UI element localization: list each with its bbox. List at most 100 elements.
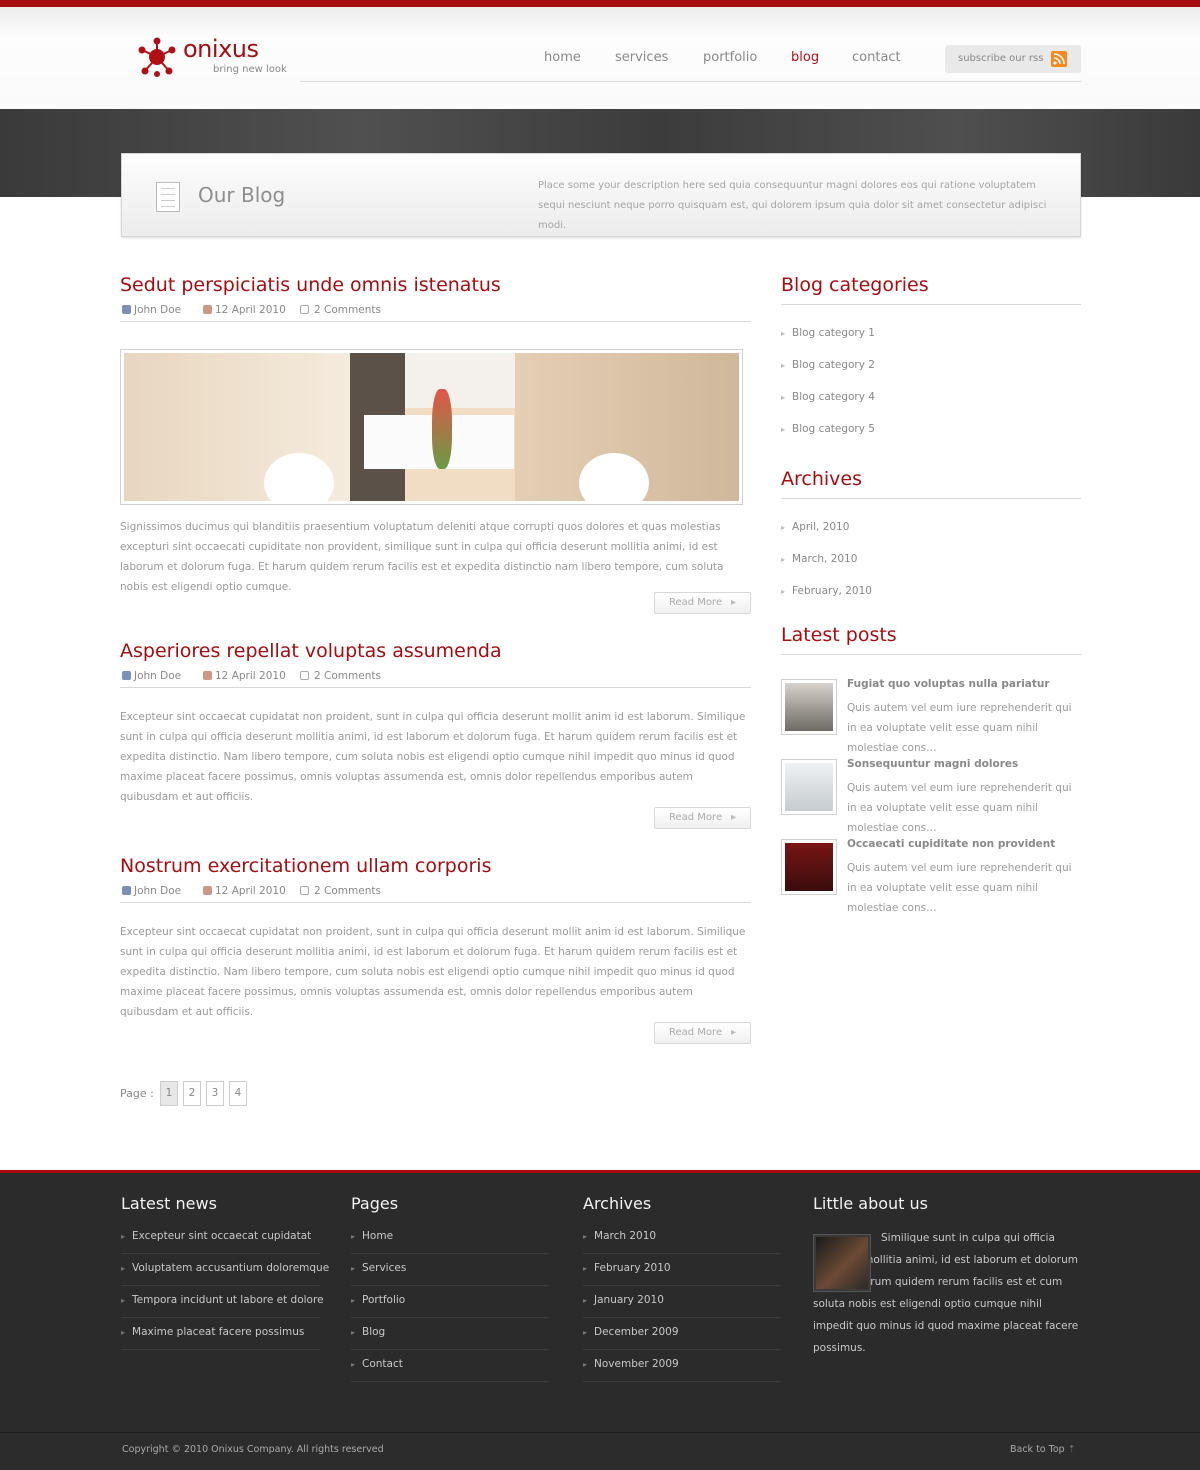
latest-posts-heading: Latest posts bbox=[781, 624, 897, 646]
category-link[interactable]: ▸ Blog category 2 bbox=[781, 359, 875, 371]
page-link[interactable]: ▸ Contact bbox=[351, 1358, 403, 1370]
divider bbox=[583, 1285, 780, 1286]
page-link-4[interactable]: 4 bbox=[229, 1081, 247, 1106]
bullet-arrow-icon: ▸ bbox=[121, 1296, 126, 1305]
latest-post-title[interactable]: Sonsequuntur magni dolores bbox=[847, 758, 1018, 770]
bullet-arrow-icon: ▸ bbox=[583, 1232, 588, 1241]
page-link[interactable]: ▸ Home bbox=[351, 1230, 393, 1242]
divider bbox=[121, 1285, 320, 1286]
read-more-label: Read More bbox=[669, 1027, 723, 1038]
divider bbox=[351, 1317, 548, 1318]
archive-link[interactable]: ▸ March 2010 bbox=[583, 1230, 656, 1242]
divider bbox=[781, 498, 1081, 499]
divider bbox=[583, 1317, 780, 1318]
category-link[interactable]: ▸ Blog category 5 bbox=[781, 423, 875, 435]
nav-portfolio[interactable]: portfolio bbox=[703, 50, 757, 65]
page-label: Home bbox=[362, 1230, 394, 1242]
page-link[interactable]: ▸ Blog bbox=[351, 1326, 385, 1338]
post-comments[interactable]: 2 Comments bbox=[314, 885, 381, 897]
page-link-3[interactable]: 3 bbox=[206, 1081, 224, 1106]
archive-link[interactable]: ▸ November 2009 bbox=[583, 1358, 679, 1370]
nav-home[interactable]: home bbox=[544, 50, 581, 65]
calendar-icon bbox=[203, 305, 212, 314]
archive-link[interactable]: ▸ February, 2010 bbox=[781, 585, 872, 597]
divider bbox=[781, 654, 1081, 655]
divider bbox=[121, 1349, 320, 1350]
nav-contact[interactable]: contact bbox=[852, 50, 901, 65]
page-link-2[interactable]: 2 bbox=[183, 1081, 201, 1106]
archive-label: April, 2010 bbox=[792, 521, 850, 533]
page-header-box: Our Blog Place some your description her… bbox=[121, 153, 1081, 237]
nav-blog[interactable]: blog bbox=[791, 50, 819, 65]
user-icon bbox=[122, 305, 131, 314]
news-label: Voluptatem accusantium doloremque bbox=[132, 1262, 330, 1274]
bullet-arrow-icon: ▸ bbox=[583, 1360, 588, 1369]
latest-post-thumbnail[interactable] bbox=[781, 839, 837, 895]
post-comments[interactable]: 2 Comments bbox=[314, 304, 381, 316]
back-to-top-label: Back to Top bbox=[1010, 1444, 1065, 1455]
bullet-arrow-icon: ▸ bbox=[121, 1264, 126, 1273]
rss-subscribe-button[interactable]: subscribe our rss bbox=[945, 45, 1081, 73]
archive-link[interactable]: ▸ December 2009 bbox=[583, 1326, 679, 1338]
page-link-1[interactable]: 1 bbox=[160, 1081, 178, 1106]
archive-label: February 2010 bbox=[594, 1262, 671, 1274]
latest-post-excerpt: Quis autem vel eum iure reprehenderit qu… bbox=[847, 862, 1072, 914]
archive-link[interactable]: ▸ April, 2010 bbox=[781, 521, 849, 533]
post-author[interactable]: John Doe bbox=[134, 885, 181, 897]
page-link[interactable]: ▸ Services bbox=[351, 1262, 406, 1274]
post-author[interactable]: John Doe bbox=[134, 304, 181, 316]
bullet-arrow-icon: ▸ bbox=[781, 555, 786, 564]
latest-post-excerpt: Quis autem vel eum iure reprehenderit qu… bbox=[847, 702, 1072, 754]
arrow-up-icon: ⇡ bbox=[1067, 1444, 1076, 1455]
bullet-arrow-icon: ▸ bbox=[781, 361, 786, 370]
archive-label: February, 2010 bbox=[792, 585, 872, 597]
bullet-arrow-icon: ▸ bbox=[583, 1328, 588, 1337]
post-title[interactable]: Nostrum exercitationem ullam corporis bbox=[120, 855, 751, 879]
document-icon bbox=[156, 182, 180, 212]
post-title[interactable]: Sedut perspiciatis unde omnis istenatus bbox=[120, 274, 751, 298]
user-icon bbox=[122, 671, 131, 680]
latest-post-title[interactable]: Fugiat quo voluptas nulla pariatur bbox=[847, 678, 1050, 690]
back-to-top-link[interactable]: Back to Top ⇡ bbox=[1010, 1444, 1076, 1455]
nav-services[interactable]: services bbox=[615, 50, 668, 65]
bullet-arrow-icon: ▸ bbox=[351, 1232, 356, 1241]
archive-link[interactable]: ▸ February 2010 bbox=[583, 1262, 671, 1274]
post-comments[interactable]: 2 Comments bbox=[314, 670, 381, 682]
news-link[interactable]: ▸ Tempora incidunt ut labore et dolore bbox=[121, 1294, 324, 1306]
read-more-button[interactable]: Read More ▸ bbox=[654, 807, 751, 829]
news-link[interactable]: ▸ Voluptatem accusantium doloremque bbox=[121, 1262, 329, 1274]
read-more-button[interactable]: Read More ▸ bbox=[654, 592, 751, 614]
pagination-label: Page : bbox=[120, 1087, 154, 1100]
news-link[interactable]: ▸ Maxime placeat facere possimus bbox=[121, 1326, 304, 1338]
bullet-arrow-icon: ▸ bbox=[781, 587, 786, 596]
post-author[interactable]: John Doe bbox=[134, 670, 181, 682]
archives-heading: Archives bbox=[781, 468, 862, 490]
divider bbox=[351, 1381, 548, 1382]
bullet-arrow-icon: ▸ bbox=[583, 1264, 588, 1273]
bullet-arrow-icon: ▸ bbox=[781, 523, 786, 532]
post-date: 12 April 2010 bbox=[215, 670, 286, 682]
read-more-button[interactable]: Read More ▸ bbox=[654, 1022, 751, 1044]
latest-post-thumbnail[interactable] bbox=[781, 759, 837, 815]
post-image[interactable] bbox=[120, 349, 743, 505]
post-title[interactable]: Asperiores repellat voluptas assumenda bbox=[120, 640, 751, 664]
archive-link[interactable]: ▸ March, 2010 bbox=[781, 553, 857, 565]
page-label: Services bbox=[362, 1262, 407, 1274]
latest-post-title[interactable]: Occaecati cupiditate non provident bbox=[847, 838, 1055, 850]
latest-post-thumbnail[interactable] bbox=[781, 679, 837, 735]
bullet-arrow-icon: ▸ bbox=[781, 425, 786, 434]
divider bbox=[583, 1349, 780, 1350]
category-label: Blog category 2 bbox=[792, 359, 875, 371]
divider bbox=[583, 1253, 780, 1254]
category-link[interactable]: ▸ Blog category 4 bbox=[781, 391, 875, 403]
page-link[interactable]: ▸ Portfolio bbox=[351, 1294, 405, 1306]
archive-link[interactable]: ▸ January 2010 bbox=[583, 1294, 664, 1306]
footer-archives-heading: Archives bbox=[583, 1194, 652, 1213]
footer-pages-heading: Pages bbox=[351, 1194, 399, 1213]
news-link[interactable]: ▸ Excepteur sint occaecat cupidatat bbox=[121, 1230, 311, 1242]
category-link[interactable]: ▸ Blog category 1 bbox=[781, 327, 875, 339]
category-label: Blog category 4 bbox=[792, 391, 875, 403]
arrow-right-icon: ▸ bbox=[731, 1027, 737, 1038]
bullet-arrow-icon: ▸ bbox=[121, 1232, 126, 1241]
news-label: Tempora incidunt ut labore et dolore bbox=[132, 1294, 324, 1306]
